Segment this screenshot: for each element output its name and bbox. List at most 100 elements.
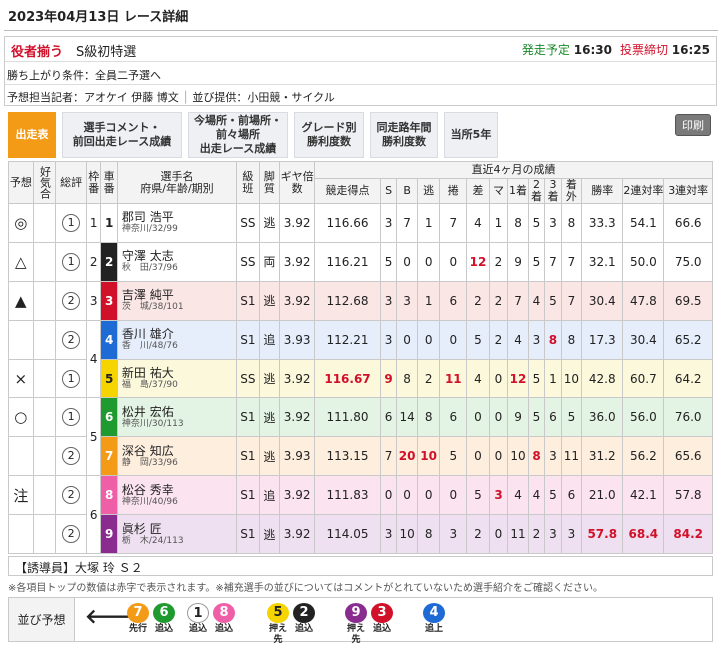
rider-name: 眞杉 匠栃 木/24/113	[116, 514, 238, 555]
col-b: B	[396, 178, 418, 204]
cell-nige: 10	[416, 436, 441, 477]
line-chip: 2 追込	[291, 603, 317, 635]
tab-local-5yr[interactable]: 当所5年	[444, 112, 498, 158]
print-button[interactable]: 印刷	[675, 114, 711, 136]
car-number-badge: 5	[267, 603, 289, 623]
spirit-cell	[32, 280, 57, 321]
col-sashi: 差	[466, 178, 490, 204]
tab-comments[interactable]: 選手コメント・ 前回出走レース成績	[62, 112, 182, 158]
footnote: ※各項目トップの数値は赤字で表示されます。※補充選手の並びについてはコメントがと…	[8, 583, 603, 594]
tab-track-wins[interactable]: 同走路年間 勝利度数	[370, 112, 438, 158]
cell-ma: 0	[488, 358, 509, 399]
cell-score: 111.83	[314, 475, 381, 516]
waku-number: 6	[86, 475, 102, 555]
cell-b: 3	[396, 280, 418, 321]
overall-rating: 2	[55, 436, 88, 477]
col-class: 級班	[236, 161, 260, 204]
col-3rd: 3着	[544, 178, 562, 204]
cell-out: 7	[560, 280, 583, 321]
waku-number: 5	[86, 397, 102, 477]
tab-grade-wins[interactable]: グレード別 勝利度数	[294, 112, 364, 158]
cell-c1: 9	[507, 241, 529, 282]
tab-recent-results[interactable]: 今場所・前場所・ 前々場所 出走レース成績	[188, 112, 288, 158]
table-row: 2 4 4 香川 雄介香 川/48/76 S1 追 3.93 112.21 3 0 0 0 5 2 4 3 8 8…	[8, 319, 713, 399]
col-overall: 総評	[55, 161, 88, 204]
cell-r3: 69.5	[663, 280, 713, 321]
cell-makuri: 5	[439, 436, 468, 477]
cell-ma: 3	[488, 475, 509, 516]
cell-cls: S1	[236, 397, 260, 438]
cell-leg: 逃	[258, 358, 281, 399]
guide-rider: 【誘導員】大塚 玲 Ｓ２	[8, 556, 713, 576]
cell-ma: 0	[488, 397, 509, 438]
cell-win: 21.0	[581, 475, 624, 516]
col-makuri: 捲	[439, 178, 468, 204]
cell-out: 11	[560, 436, 583, 477]
cell-c1: 9	[507, 397, 529, 438]
divider	[4, 30, 718, 31]
car-number-badge: 1	[187, 603, 209, 623]
col-nige: 逃	[416, 178, 441, 204]
tab-entry-list[interactable]: 出走表	[8, 112, 56, 158]
line-chip: 5 押え先	[265, 603, 291, 646]
tab-label: グレード別 勝利度数	[301, 121, 357, 148]
cell-r3: 57.8	[663, 475, 713, 516]
entry-table: 予想 好気合 総評 枠番 車番 選手名 府県/年齢/期別 級班 脚質 ギヤ倍数 …	[8, 161, 713, 555]
race-name: 役者揃う S級初特選	[11, 41, 136, 60]
overall-rating: 1	[55, 397, 88, 438]
line-prediction: 並び予想 🡐 7 先行 6 追込 1 追込 8 追込 5 押え先 2 追込 9 押え先 3 追込 4 追上	[8, 597, 713, 645]
prediction-mark: ▲	[8, 280, 34, 321]
cell-win: 57.8	[581, 514, 624, 555]
car-number: 1	[100, 203, 118, 243]
cell-win: 30.4	[581, 280, 624, 321]
cell-nige: 1	[416, 280, 441, 321]
rider-name: 松井 宏佑 神奈川/30/113	[116, 397, 238, 438]
overall-icon: 2	[62, 291, 81, 310]
cell-s: 3	[379, 319, 398, 360]
cell-c3: 3	[544, 436, 562, 477]
line-chip: 8 追込	[211, 603, 237, 635]
cell-c2: 5	[527, 358, 546, 399]
cell-c2: 2	[527, 514, 546, 555]
cell-b: 8	[396, 358, 418, 399]
cell-sashi: 0	[466, 397, 490, 438]
col-3ren: 3連対率	[663, 178, 713, 204]
cell-c3: 8	[544, 319, 562, 360]
cell-cls: S1	[236, 319, 260, 360]
staff-info: 予想担当記者：アオケイ 伊藤 博文 │ 並び提供：小田競・サイクル	[7, 91, 335, 104]
prediction-mark: 注	[8, 475, 34, 516]
car-number: 6	[100, 397, 118, 438]
overall-icon: 1	[62, 213, 81, 232]
overall-icon: 1	[62, 369, 81, 388]
car-number-badge: 9	[345, 603, 367, 623]
col-out: 着外	[560, 178, 583, 204]
cell-leg: 逃	[258, 280, 281, 321]
cell-c2: 4	[527, 280, 546, 321]
waku-number: 3	[86, 280, 102, 321]
spirit-cell	[32, 397, 57, 438]
col-ma: マ	[488, 178, 509, 204]
cell-sashi: 5	[466, 319, 490, 360]
cell-c3: 7	[544, 241, 562, 282]
cell-s: 3	[379, 203, 398, 243]
car-number: 5	[100, 358, 118, 399]
col-spirit: 好気合	[32, 161, 57, 204]
cell-c3: 3	[544, 514, 562, 555]
cell-nige: 8	[416, 514, 441, 555]
cell-leg: 逃	[258, 436, 281, 477]
cell-out: 10	[560, 358, 583, 399]
rider-name: 吉澤 純平茨 城/38/101	[116, 280, 238, 321]
cell-gear: 3.93	[279, 319, 316, 360]
table-row: 2 9 眞杉 匠栃 木/24/113 S1 逃 3.92 114.05 3 10 8 3 2 0 11 2 3…	[8, 514, 713, 555]
overall-rating: 2	[55, 514, 88, 555]
prediction-mark: ◎	[8, 203, 34, 243]
line-chip: 4 追上	[421, 603, 447, 635]
col-1st: 1着	[507, 178, 529, 204]
table-row: 注 2 6 8 松谷 秀幸 神奈川/40/96 S1 追 3.92 111.83 0 0 0 0 5 3 4 4 5…	[8, 475, 713, 555]
cell-score: 116.21	[314, 241, 381, 282]
line-chip: 3 追込	[369, 603, 395, 635]
cell-nige: 0	[416, 475, 441, 516]
cell-gear: 3.92	[279, 280, 316, 321]
overall-icon: 2	[62, 486, 81, 505]
line-chip: 1 追込	[185, 603, 211, 635]
